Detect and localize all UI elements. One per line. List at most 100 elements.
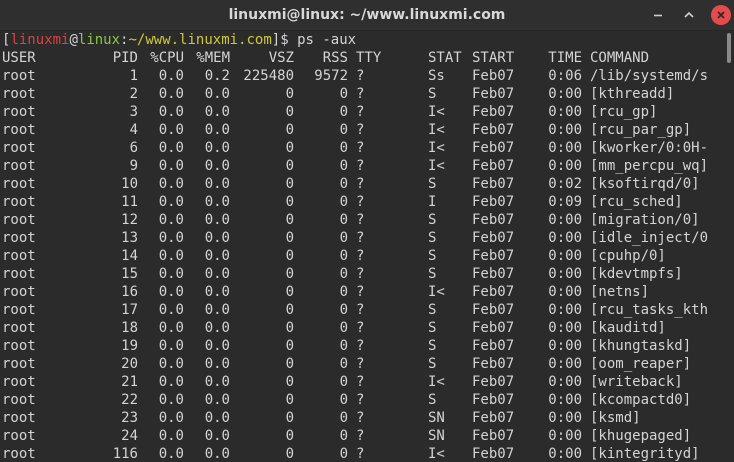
cell-time: 0:00 [548, 320, 582, 336]
cell-start: Feb07 [472, 176, 515, 192]
cell-pid: 9 [129, 158, 138, 174]
cell-command: [idle_inject/0 [590, 230, 709, 246]
header-time: TIME [548, 50, 582, 66]
cell-rss: 0 [339, 266, 348, 282]
cell-time: 0:00 [548, 356, 582, 372]
cell-stat: SN [428, 428, 445, 444]
cell-stat: S [428, 338, 437, 354]
cell-start: Feb07 [472, 230, 515, 246]
table-row: root 24 0.0 0.0 0 0? SN Feb07 0:00 [khugepaged] [0, 427, 724, 445]
terminal-output[interactable]: [linuxmi@linux:~/www.linuxmi.com]$ ps -a… [0, 31, 724, 462]
cell-rss: 0 [339, 140, 348, 156]
cell-command: /lib/systemd/s [590, 68, 709, 84]
cell-vsz: 0 [285, 140, 294, 156]
cell-tty: ? [356, 104, 365, 120]
maximize-button[interactable] [679, 5, 699, 25]
cell-command: [ksmd] [590, 410, 641, 426]
cell-tty: ? [356, 338, 365, 354]
scrollbar-thumb[interactable] [727, 33, 731, 63]
terminal-window: linuxmi@linux: ~/www.linuxmi.com [linuxm… [0, 0, 734, 462]
cell-pid: 4 [129, 122, 138, 138]
cell-time: 0:00 [548, 158, 582, 174]
cell-command: [rcu_par_gp] [590, 122, 692, 138]
cell-stat: S [428, 248, 437, 264]
cell-start: Feb07 [472, 86, 515, 102]
cell-start: Feb07 [472, 158, 515, 174]
cell-tty: ? [356, 248, 365, 264]
cell-command: [oom_reaper] [590, 356, 692, 372]
cell-pid: 17 [121, 302, 138, 318]
cell-time: 0:00 [548, 392, 582, 408]
cell-cpu: 0.0 [158, 194, 184, 210]
prompt-user: linuxmi [10, 32, 70, 48]
cell-stat: S [428, 176, 437, 192]
prompt-close: ]$ [271, 32, 298, 48]
minimize-button[interactable] [648, 5, 668, 25]
cell-vsz: 0 [285, 104, 294, 120]
cell-cpu: 0.0 [158, 428, 184, 444]
cell-tty: ? [356, 392, 365, 408]
close-button[interactable] [711, 5, 731, 25]
cell-cpu: 0.0 [158, 104, 184, 120]
cell-start: Feb07 [472, 320, 515, 336]
cell-user: root [2, 374, 36, 390]
table-row: root 11 0.0 0.0 0 0? I Feb07 0:09 [rcu_sched] [0, 193, 724, 211]
cell-vsz: 0 [285, 248, 294, 264]
prompt-line: [linuxmi@linux:~/www.linuxmi.com]$ ps -a… [0, 31, 724, 49]
cell-cpu: 0.0 [158, 338, 184, 354]
table-row: root 21 0.0 0.0 0 0? I< Feb07 0:00 [writeback] [0, 373, 724, 391]
scrollbar[interactable] [724, 31, 734, 462]
cell-vsz: 0 [285, 212, 294, 228]
cell-mem: 0.2 [204, 68, 230, 84]
cell-mem: 0.0 [204, 230, 230, 246]
cell-mem: 0.0 [204, 284, 230, 300]
cell-vsz: 0 [285, 176, 294, 192]
cell-cpu: 0.0 [158, 320, 184, 336]
cell-stat: S [428, 266, 437, 282]
cell-user: root [2, 392, 36, 408]
cell-time: 0:00 [548, 212, 582, 228]
cell-start: Feb07 [472, 266, 515, 282]
cell-time: 0:00 [548, 410, 582, 426]
cell-time: 0:00 [548, 302, 582, 318]
cell-stat: S [428, 302, 437, 318]
cell-stat: Ss [428, 68, 445, 84]
cell-cpu: 0.0 [158, 266, 184, 282]
cell-stat: I< [428, 284, 445, 300]
cell-user: root [2, 356, 36, 372]
cell-time: 0:00 [548, 230, 582, 246]
cell-vsz: 0 [285, 194, 294, 210]
cell-vsz: 0 [285, 338, 294, 354]
cell-pid: 6 [129, 140, 138, 156]
cell-user: root [2, 266, 36, 282]
cell-tty: ? [356, 176, 365, 192]
cell-rss: 0 [339, 284, 348, 300]
cell-cpu: 0.0 [158, 212, 184, 228]
cell-user: root [2, 446, 36, 462]
cell-rss: 0 [339, 410, 348, 426]
cell-stat: S [428, 86, 437, 102]
cell-start: Feb07 [472, 68, 515, 84]
cell-command: [mm_percpu_wq] [590, 158, 709, 174]
cell-mem: 0.0 [204, 212, 230, 228]
cell-command: [rcu_sched] [590, 194, 683, 210]
prompt-command: ps -aux [297, 32, 357, 48]
prompt-host: linux [77, 32, 121, 48]
cell-pid: 15 [121, 266, 138, 282]
cell-start: Feb07 [472, 248, 515, 264]
cell-start: Feb07 [472, 338, 515, 354]
cell-mem: 0.0 [204, 302, 230, 318]
cell-mem: 0.0 [204, 320, 230, 336]
title-bar[interactable]: linuxmi@linux: ~/www.linuxmi.com [0, 0, 734, 31]
cell-user: root [2, 86, 36, 102]
cell-tty: ? [356, 410, 365, 426]
cell-start: Feb07 [472, 104, 515, 120]
cell-pid: 21 [121, 374, 138, 390]
minimize-icon [654, 14, 662, 17]
cell-tty: ? [356, 302, 365, 318]
cell-vsz: 0 [285, 302, 294, 318]
cell-vsz: 0 [285, 266, 294, 282]
cell-start: Feb07 [472, 356, 515, 372]
cell-cpu: 0.0 [158, 230, 184, 246]
window-title: linuxmi@linux: ~/www.linuxmi.com [228, 7, 506, 23]
